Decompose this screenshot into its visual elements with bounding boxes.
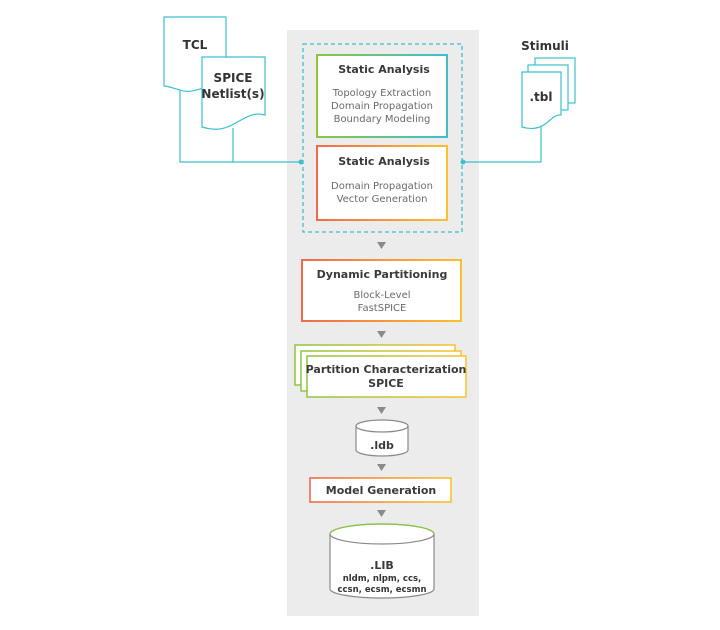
flow-diagram: TCL SPICE Netlist(s) Stimuli .tbl Static…: [163, 16, 576, 616]
tbl-document-stack: .tbl: [521, 57, 576, 130]
lib-database: .LIB nldm, nlpm, ccs, ccsn, ecsm, ecsmn: [329, 523, 435, 599]
box-line: Domain Propagation: [331, 181, 433, 192]
connector-dot-right: [460, 159, 466, 165]
static-analysis-box-1[interactable]: Static Analysis Topology Extraction Doma…: [316, 54, 448, 138]
spice-label: SPICE: [214, 71, 253, 85]
box-line: Domain Propagation: [331, 101, 433, 112]
tbl-label: .tbl: [530, 90, 553, 104]
box-line: Block-Level: [353, 290, 410, 301]
box-line: FastSPICE: [358, 303, 407, 314]
lib-formats-line: nldm, nlpm, ccs,: [343, 574, 422, 584]
ldb-label: .ldb: [370, 439, 394, 452]
lib-formats-line: ccsn, ecsm, ecsmn: [337, 585, 426, 595]
box-line: Vector Generation: [337, 194, 428, 205]
box-title: Model Generation: [326, 484, 436, 497]
stimuli-label: Stimuli: [521, 39, 569, 53]
box-line: Topology Extraction: [332, 88, 431, 99]
box-line: Boundary Modeling: [334, 114, 431, 125]
model-generation-box[interactable]: Model Generation: [309, 477, 452, 503]
box-title: Static Analysis: [338, 155, 430, 168]
box-title: Partition Characterization: [306, 363, 467, 376]
tcl-label: TCL: [183, 38, 208, 52]
lib-title: .LIB: [370, 559, 394, 572]
partition-characterization-stack[interactable]: Partition Characterization SPICE: [294, 344, 467, 398]
static-analysis-box-2[interactable]: Static Analysis Domain Propagation Vecto…: [316, 145, 448, 221]
netlist-label: Netlist(s): [201, 87, 264, 101]
dynamic-partitioning-box[interactable]: Dynamic Partitioning Block-Level FastSPI…: [301, 259, 462, 322]
spice-netlist-document: SPICE Netlist(s): [201, 56, 266, 130]
box-subtitle: SPICE: [368, 377, 404, 390]
box-title: Dynamic Partitioning: [317, 268, 448, 281]
box-title: Static Analysis: [338, 63, 430, 76]
ldb-database: .ldb: [355, 419, 409, 457]
